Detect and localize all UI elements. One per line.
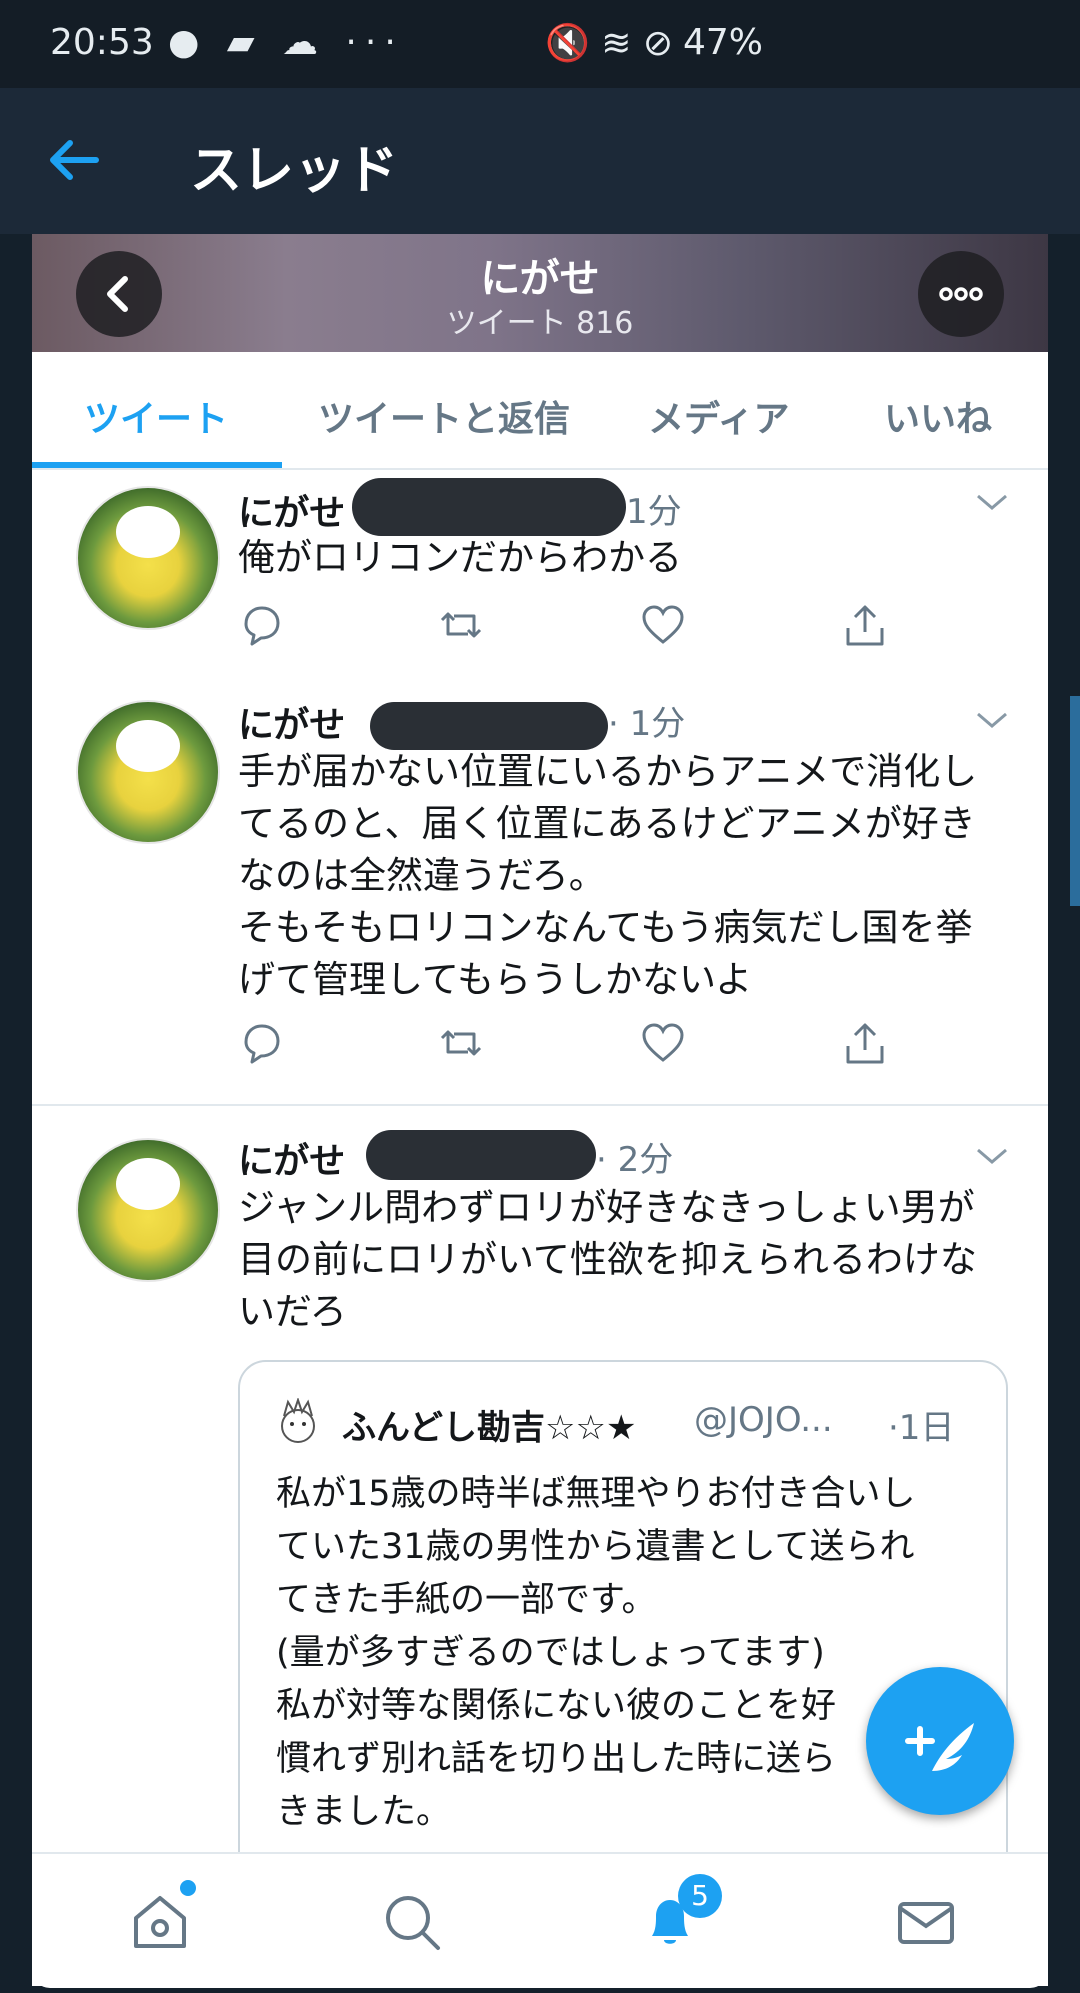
app-bar: スレッド xyxy=(0,88,1080,234)
like-heart-icon[interactable] xyxy=(640,1020,686,1066)
tweet-author-name: にがせ xyxy=(238,493,346,534)
profile-name: にがせ xyxy=(480,256,600,302)
profile-tabs: ツイート ツイートと返信 メディア いいね xyxy=(32,352,1048,470)
quoted-tweet-time: ·1日 xyxy=(888,1408,955,1448)
tweet-text: ジャンル問わずロリが好きなきっしょい男が 目の前にロリがいて性欲を抑えられるわけ… xyxy=(238,1186,977,1333)
profile-tweet-count: ツイート 816 xyxy=(446,306,634,341)
notification-icons: ● ▰ ☁ ··· xyxy=(168,22,404,63)
messages-mail-icon[interactable] xyxy=(894,1890,958,1954)
compose-feather-icon xyxy=(905,1723,974,1771)
chevron-down-icon[interactable] xyxy=(974,490,1010,514)
tweet-actions xyxy=(238,1020,998,1076)
share-icon[interactable] xyxy=(842,1020,888,1066)
system-icons: 🔇 ≋ ⊘ xyxy=(545,23,674,64)
more-dots-icon xyxy=(939,287,983,301)
tweet-time: · 2分 xyxy=(596,1140,674,1180)
home-icon[interactable] xyxy=(128,1890,192,1954)
avatar[interactable] xyxy=(76,700,220,844)
avatar[interactable] xyxy=(76,486,220,630)
avatar[interactable] xyxy=(76,1138,220,1282)
compose-tweet-button[interactable] xyxy=(866,1667,1014,1815)
battery-level: 47% xyxy=(683,22,764,63)
tweet-text: 俺がロリコンだからわかる xyxy=(238,536,682,579)
retweet-icon[interactable] xyxy=(438,602,484,648)
redacted-handle xyxy=(366,1130,596,1180)
quoted-author-handle: @JOJO... xyxy=(694,1400,833,1440)
more-options-button[interactable] xyxy=(918,251,1004,337)
redacted-handle xyxy=(352,478,626,536)
tweet-time: 1分 xyxy=(626,492,682,532)
home-unread-dot xyxy=(180,1880,196,1896)
share-icon[interactable] xyxy=(842,602,888,648)
notification-badge: 5 xyxy=(678,1874,722,1918)
tweet-time: · 1分 xyxy=(608,704,686,744)
tweet-text: 手が届かない位置にいるからアニメで消化し てるのと、届く位置にあるけどアニメが好… xyxy=(238,750,978,1001)
tab-media[interactable]: メディア xyxy=(648,390,789,442)
tweet-author-name: にがせ xyxy=(238,705,346,746)
page-title: スレッド xyxy=(190,141,399,201)
tweet-actions xyxy=(238,602,998,658)
chevron-down-icon[interactable] xyxy=(974,1144,1010,1168)
tab-tweets-and-replies[interactable]: ツイートと返信 xyxy=(318,390,570,442)
profile-header: にがせ ツイート 816 xyxy=(32,234,1048,352)
status-time: 20:53 xyxy=(50,22,154,63)
retweet-icon[interactable] xyxy=(438,1020,484,1066)
active-tab-indicator xyxy=(32,462,282,468)
status-bar: 20:53 ● ▰ ☁ ··· 🔇 ≋ ⊘ 47% xyxy=(0,0,1080,88)
tab-tweets[interactable]: ツイート xyxy=(84,390,228,442)
chevron-down-icon[interactable] xyxy=(974,708,1010,732)
reply-icon[interactable] xyxy=(238,1020,284,1066)
search-icon[interactable] xyxy=(380,1890,444,1954)
tweet-author-name: にがせ xyxy=(238,1141,346,1182)
tweet-item[interactable]: にがせ · 1分 手が届かない位置にいるからアニメで消化し てるのと、届く位置に… xyxy=(32,672,1048,1106)
quoted-author-name: ふんどし勘吉☆☆★ xyxy=(342,1408,637,1448)
quoted-user-avatar-icon xyxy=(281,1398,315,1443)
back-arrow-icon[interactable] xyxy=(44,130,104,190)
scrollbar-thumb[interactable] xyxy=(1070,696,1080,906)
like-heart-icon[interactable] xyxy=(640,602,686,648)
bottom-navigation: 5 xyxy=(32,1852,1048,1988)
reply-icon[interactable] xyxy=(238,602,284,648)
tab-likes[interactable]: いいね xyxy=(884,390,992,442)
redacted-handle xyxy=(370,702,608,750)
